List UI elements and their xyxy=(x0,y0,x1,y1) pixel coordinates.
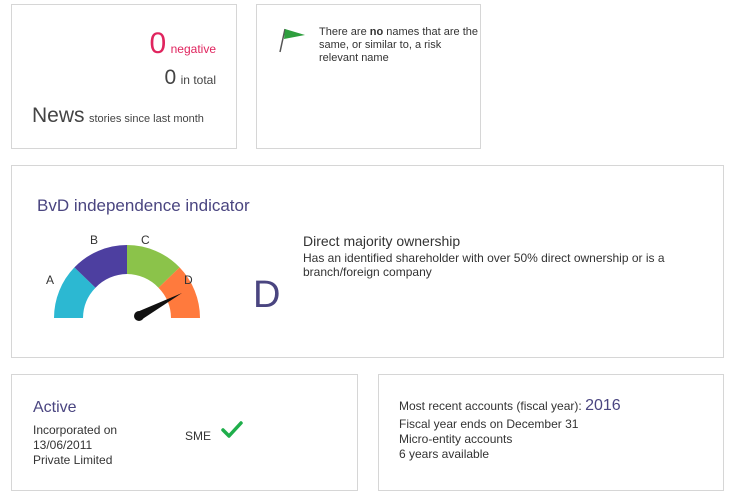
company-type: Private Limited xyxy=(33,453,113,467)
negative-label: negative xyxy=(170,42,216,56)
years-available: 6 years available xyxy=(399,447,490,461)
total-count: 0 xyxy=(164,66,177,89)
bvd-independence-card: BvD independence indicator A B C D D Dir… xyxy=(11,165,724,358)
sme-label: SME xyxy=(185,429,212,443)
names-check-card: There are no names that are the same, or… xyxy=(256,4,481,149)
incorporated-date: 13/06/2011 xyxy=(33,438,93,452)
gauge-label-c: C xyxy=(141,233,150,247)
recent-accounts-year: 2016 xyxy=(585,397,621,414)
total-label: in total xyxy=(180,73,216,87)
total-news-count[interactable]: 0 in total xyxy=(165,67,217,89)
recent-accounts: Most recent accounts (fiscal year): 2016 xyxy=(399,397,621,415)
accounts-details: Fiscal year ends on December 31 Micro-en… xyxy=(399,417,578,462)
incorporated-label: Incorporated on xyxy=(33,423,118,437)
status-title: Active xyxy=(33,399,77,416)
recent-accounts-label: Most recent accounts (fiscal year): xyxy=(399,399,582,413)
independence-gauge: A B C D xyxy=(46,233,200,321)
gauge-label-b: B xyxy=(90,233,98,247)
accounts-card: Most recent accounts (fiscal year): 2016… xyxy=(378,374,724,491)
ownership-description: Has an identified shareholder with over … xyxy=(303,251,665,279)
incorporation-details: Incorporated on 13/06/2011 Private Limit… xyxy=(33,423,153,468)
check-icon xyxy=(221,421,243,438)
flag-icon xyxy=(279,28,305,53)
names-emphasis: no xyxy=(369,26,384,38)
ownership-title: Direct majority ownership xyxy=(303,233,461,249)
news-title: News xyxy=(32,104,85,127)
news-heading: News stories since last month xyxy=(32,104,204,128)
news-card: 0 negative 0 in total News stories since… xyxy=(11,4,237,149)
news-subtitle: stories since last month xyxy=(88,113,204,125)
independence-grade: D xyxy=(253,274,281,316)
gauge-pivot xyxy=(134,311,144,321)
gauge-label-a: A xyxy=(46,273,54,287)
gauge-label-d: D xyxy=(184,273,193,287)
names-message: There are no names that are the same, or… xyxy=(319,26,478,64)
company-status-card: Active Incorporated on 13/06/2011 Privat… xyxy=(11,374,358,491)
negative-count: 0 xyxy=(149,27,167,60)
account-type: Micro-entity accounts xyxy=(399,432,513,446)
fiscal-year-end: Fiscal year ends on December 31 xyxy=(399,417,579,431)
bvd-title: BvD independence indicator xyxy=(37,196,250,215)
negative-news-count[interactable]: 0 negative xyxy=(149,29,216,59)
